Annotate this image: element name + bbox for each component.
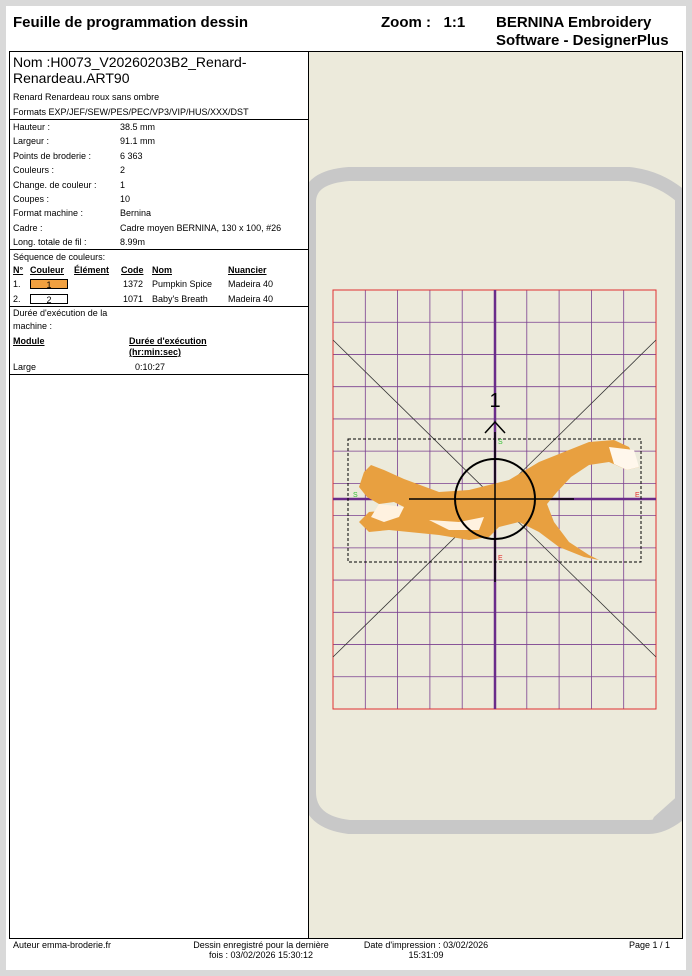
color-swatch-1: 1 [30, 279, 68, 290]
row2-chart: Madeira 40 [228, 294, 274, 304]
center-label: 1 [489, 390, 500, 412]
color-swatch-2: 2 [30, 294, 68, 305]
footer-author: Auteur emma-broderie.fr [13, 940, 112, 950]
design-description: Renard Renardeau roux sans ombre [13, 92, 160, 102]
design-name-line1: Nom :H0073_V20260203B2_Renard- [13, 54, 247, 70]
col-header-code: Code [121, 265, 144, 275]
brand-line1: BERNINA Embroidery [496, 14, 652, 31]
property-label: Change. de couleur : [13, 179, 97, 190]
divider [9, 374, 309, 375]
runtime-value: 0:10:27 [135, 362, 166, 372]
col-header-color: Couleur [30, 265, 65, 275]
divider [9, 119, 309, 120]
end-marker-bottom: E [498, 555, 503, 562]
property-label: Long. totale de fil : [13, 237, 87, 248]
footer-saved: Dessin enregistré pour la dernière fois :… [176, 940, 346, 960]
divider [9, 306, 309, 307]
sheet-title: Feuille de programmation dessin [13, 14, 249, 31]
property-value: Cadre moyen BERNINA, 130 x 100, #26 [120, 222, 282, 233]
property-label: Largeur : [13, 136, 50, 147]
col-header-name: Nom [152, 265, 172, 275]
property-value: 1 [120, 179, 126, 190]
footer-saved-line2: fois : 03/02/2026 15:30:12 [208, 950, 314, 960]
runtime-module: Large [13, 362, 37, 372]
property-value: 6 363 [120, 150, 143, 161]
design-name-line2: Renardeau.ART90 [13, 70, 130, 86]
divider [9, 249, 309, 250]
col-header-time-line2: (hr:min:sec) [129, 347, 182, 357]
zoom-value: 1:1 [443, 14, 466, 31]
row2-code: 1071 [123, 294, 144, 304]
property-value: 10 [120, 194, 131, 204]
row1-chart: Madeira 40 [228, 279, 274, 289]
col-header-chart: Nuancier [228, 265, 267, 275]
row2-no: 2. [13, 294, 21, 304]
col-header-no: N° [13, 265, 24, 275]
property-value: 38.5 mm [120, 122, 156, 132]
start-marker-left: S [353, 492, 358, 499]
footer-printed: Date d'impression : 03/02/2026 15:31:09 [351, 940, 501, 960]
row2-thread-name: Baby's Breath [152, 294, 208, 304]
program-sheet: Feuille de programmation dessin Zoom : 1… [6, 6, 686, 970]
runtime-title-line2: machine : [13, 321, 53, 331]
property-value: 2 [120, 165, 126, 176]
footer-saved-line1: Dessin enregistré pour la dernière [193, 940, 329, 950]
design-preview: 1 S S E E [309, 52, 682, 938]
footer-printed-line2: 15:31:09 [408, 950, 444, 960]
zoom-indicator: Zoom : 1:1 [381, 14, 465, 31]
start-marker-top: S [498, 439, 503, 446]
property-label: Hauteur : [13, 122, 51, 132]
end-marker-right: E [635, 492, 640, 499]
design-name: Nom :H0073_V20260203B2_Renard- Renardeau.… [13, 54, 305, 86]
property-label: Points de broderie : [13, 150, 92, 161]
footer-page: Page 1 / 1 [629, 940, 671, 950]
preview-canvas: 1 S S E E [309, 52, 682, 938]
brand: BERNINA Embroidery Software - DesignerPlu… [496, 14, 669, 50]
runtime-title-line1: Durée d'exécution de la [13, 308, 108, 318]
row1-no: 1. [13, 279, 21, 289]
zoom-label: Zoom : [381, 14, 431, 31]
footer-printed-line1: Date d'impression : 03/02/2026 [363, 940, 489, 950]
col-header-time-line1: Durée d'exécution [129, 336, 207, 346]
info-panel: Nom :H0073_V20260203B2_Renard- Renardeau.… [9, 51, 309, 939]
color-sequence-title: Séquence de couleurs: [13, 252, 106, 262]
design-formats: Formats EXP/JEF/SEW/PES/PEC/VP3/VIP/HUS/… [13, 107, 249, 117]
property-value: Bernina [120, 208, 152, 219]
row1-thread-name: Pumpkin Spice [152, 279, 213, 289]
col-header-module: Module [13, 336, 45, 346]
property-value: 91.1 mm [120, 136, 156, 147]
property-value: 8.99m [120, 237, 146, 248]
property-label: Couleurs : [13, 165, 55, 176]
property-label: Format machine : [13, 208, 84, 219]
col-header-element: Élément [74, 265, 110, 275]
property-label: Cadre : [13, 222, 43, 233]
property-label: Coupes : [13, 194, 50, 204]
row1-code: 1372 [123, 279, 144, 289]
brand-line2: Software - DesignerPlus [496, 32, 669, 49]
